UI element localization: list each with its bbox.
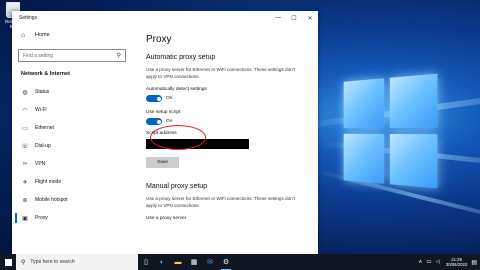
red-highlight-circle	[150, 125, 206, 150]
auto-detect-toggle[interactable]	[146, 95, 162, 102]
sidebar-section-title: Network & Internet	[21, 71, 70, 77]
taskbar-search-placeholder: Type here to search	[30, 259, 75, 265]
sidebar-item-status[interactable]: ◍ Status	[12, 83, 132, 101]
settings-search-input[interactable]: Find a setting ⚲	[18, 49, 126, 62]
windows-start-icon	[4, 258, 12, 266]
settings-window: Settings — ☐ ✕ ⌂ Home Find a setting ⚲ N…	[12, 11, 318, 254]
sidebar-item-label: Ethernet	[35, 125, 54, 131]
sidebar-item-proxy[interactable]: ▣ Proxy	[12, 209, 132, 227]
network-icon[interactable]: ▭	[426, 259, 431, 265]
start-button[interactable]	[0, 254, 16, 270]
window-title: Settings	[19, 15, 38, 21]
dialup-icon: ☏	[21, 143, 29, 150]
proxy-icon: ▣	[22, 215, 28, 222]
setup-script-state: On	[166, 119, 173, 124]
windows-logo	[343, 73, 438, 189]
sidebar-item-label: VPN	[35, 161, 46, 167]
auto-proxy-heading: Automatic proxy setup	[146, 54, 216, 61]
sidebar-item-flight-mode[interactable]: ✈ Flight mode	[12, 173, 132, 191]
sidebar-home[interactable]: ⌂ Home	[12, 25, 132, 45]
sidebar-item-ethernet[interactable]: ▭ Ethernet	[12, 119, 132, 137]
auto-detect-label: Automatically detect settings	[146, 87, 207, 92]
home-icon: ⌂	[21, 31, 26, 39]
sidebar: ⌂ Home Find a setting ⚲ Network & Intern…	[12, 25, 132, 254]
auto-proxy-description: Use a proxy server for Ethernet or WiFi …	[146, 67, 295, 79]
volume-icon[interactable]: ◁	[436, 259, 440, 265]
sidebar-item-wifi[interactable]: ◠ Wi-Fi	[12, 101, 132, 119]
sidebar-item-label: Wi-Fi	[35, 107, 47, 113]
manual-proxy-heading: Manual proxy setup	[146, 183, 208, 190]
task-view-icon[interactable]: ▯	[138, 254, 154, 270]
search-icon: ⚲	[116, 53, 121, 59]
close-button[interactable]: ✕	[302, 15, 318, 22]
maximize-button[interactable]: ☐	[286, 15, 302, 22]
minimize-button[interactable]: —	[270, 15, 286, 21]
airplane-icon: ✈	[22, 179, 28, 186]
notifications-icon[interactable]: ▤	[471, 259, 477, 266]
settings-taskbar-icon[interactable]: ⚙	[218, 254, 234, 270]
sidebar-home-label: Home	[35, 32, 50, 38]
save-button[interactable]: Save	[146, 157, 179, 168]
setup-script-label: Use setup script	[146, 110, 181, 115]
vpn-icon: ∞	[22, 161, 28, 167]
clock-date: 30/06/2022	[445, 262, 468, 267]
sidebar-item-label: Dial-up	[35, 143, 51, 149]
sidebar-item-label: Proxy	[35, 215, 48, 221]
store-icon[interactable]: ▦	[186, 254, 202, 270]
search-placeholder: Find a setting	[23, 52, 54, 59]
wifi-icon: ◠	[22, 107, 28, 114]
taskbar-search-input[interactable]: ⚲ Type here to search	[16, 254, 138, 270]
sidebar-item-label: Status	[35, 89, 50, 95]
sidebar-item-label: Flight mode	[35, 179, 62, 185]
search-icon: ⚲	[21, 259, 26, 266]
sidebar-item-mobile-hotspot[interactable]: ⊚ Mobile hotspot	[12, 191, 132, 209]
clock[interactable]: 21:29 30/06/2022	[446, 257, 468, 267]
page-title: Proxy	[146, 34, 172, 45]
setup-script-toggle[interactable]	[146, 118, 162, 125]
sidebar-item-vpn[interactable]: ∞ VPN	[12, 155, 132, 173]
status-icon: ◍	[22, 89, 28, 96]
auto-detect-state: On	[166, 96, 173, 101]
system-tray: ∧ ▭ ◁ 21:29 30/06/2022 ▤	[416, 254, 480, 270]
manual-proxy-description: Use a proxy server for Ethernet or WiFi …	[146, 196, 295, 208]
use-proxy-server-label: Use a proxy server	[146, 216, 187, 221]
sidebar-item-dialup[interactable]: ☏ Dial-up	[12, 137, 132, 155]
title-bar[interactable]: Settings — ☐ ✕	[12, 11, 318, 25]
file-explorer-icon[interactable]: ▬	[170, 254, 186, 270]
sidebar-item-label: Mobile hotspot	[35, 197, 68, 203]
taskbar: ⚲ Type here to search ▯ ◐ ▬ ▦ ✉ ⚙ ∧ ▭ ◁ …	[0, 254, 480, 270]
ethernet-icon: ▭	[22, 125, 28, 132]
edge-icon[interactable]: ◐	[154, 254, 170, 270]
mail-icon[interactable]: ✉	[202, 254, 218, 270]
hotspot-icon: ⊚	[22, 197, 28, 204]
chevron-up-icon[interactable]: ∧	[418, 259, 422, 265]
